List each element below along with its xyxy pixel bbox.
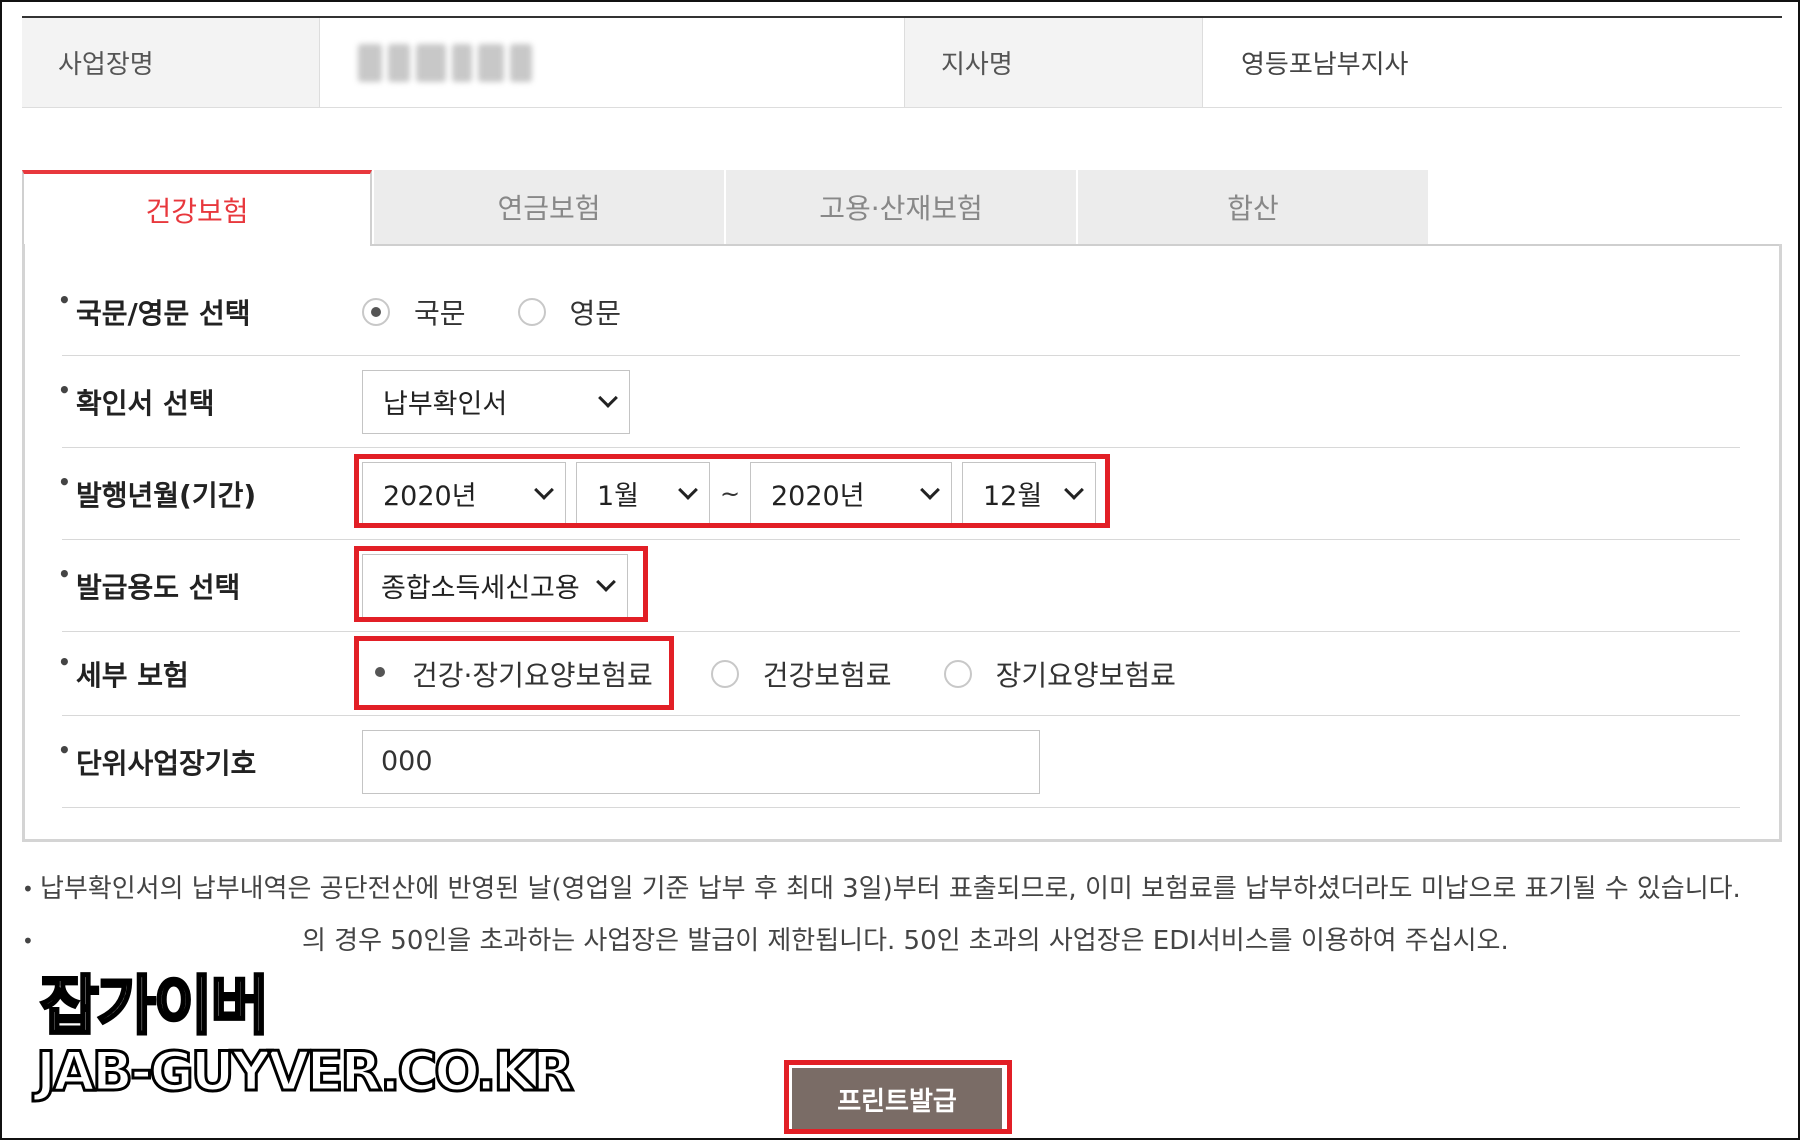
business-name-label: 사업장명: [22, 18, 320, 107]
radio-health-label: 건강보험료: [762, 658, 892, 692]
unit-code-label: 단위사업장기호: [58, 738, 362, 782]
notes: 납부확인서의 납부내역은 공단전산에 반영된 날(영업일 기준 납부 후 최대 …: [22, 872, 1782, 976]
insurance-tabs: 건강보험 연금보험 고용·산재보험 합산: [22, 170, 1430, 246]
row-language: 국문/영문 선택 국문 영문: [58, 268, 1740, 356]
tab-employment-insurance[interactable]: 고용·산재보험: [726, 170, 1076, 246]
radio-health-dot[interactable]: [710, 659, 739, 688]
blurred-business-name: [358, 43, 532, 82]
watermark-url: JAB-GUYVER.CO.KR: [35, 1039, 576, 1105]
note-item: 의 경우 50인을 초과하는 사업장은 발급이 제한됩니다. 50인 초과의 사…: [22, 924, 1782, 958]
highlight-print-button: [784, 1060, 1012, 1134]
certificate-select[interactable]: 납부확인서: [362, 369, 630, 434]
business-name-value: [320, 18, 905, 107]
tab-health-insurance[interactable]: 건강보험: [22, 170, 372, 246]
branch-value: 영등포남부지사: [1203, 18, 1782, 107]
row-detail-insurance: 세부 보험 건강·장기요양보험료 건강보험료 장기요양보험료: [58, 632, 1740, 716]
radio-english-dot[interactable]: [517, 297, 546, 326]
chevron-down-icon: [598, 387, 618, 408]
certificate-label: 확인서 선택: [58, 378, 362, 422]
highlight-period: [354, 454, 1110, 528]
radio-korean-label: 국문: [414, 296, 466, 330]
radio-longterm-label: 장기요양보험료: [995, 658, 1176, 692]
radio-longterm[interactable]: 장기요양보험료: [943, 654, 1176, 694]
unit-code-input[interactable]: 000: [362, 729, 1040, 794]
radio-english-label: 영문: [569, 296, 622, 330]
branch-label: 지사명: [905, 18, 1203, 107]
row-purpose: 발급용도 선택 종합소득세신고용: [58, 540, 1740, 632]
detail-insurance-label: 세부 보험: [58, 650, 362, 694]
period-label: 발행년월(기간): [58, 470, 362, 514]
highlight-detail-insurance: [354, 636, 674, 710]
tab-pension-insurance[interactable]: 연금보험: [374, 170, 724, 246]
note-item: 납부확인서의 납부내역은 공단전산에 반영된 날(영업일 기준 납부 후 최대 …: [22, 872, 1782, 906]
radio-korean-dot[interactable]: [362, 297, 390, 326]
purpose-label: 발급용도 선택: [58, 562, 362, 606]
business-info-table: 사업장명 지사명 영등포남부지사: [22, 16, 1782, 108]
radio-english[interactable]: 영문: [517, 292, 622, 332]
radio-korean[interactable]: 국문: [362, 292, 466, 332]
radio-health[interactable]: 건강보험료: [710, 654, 892, 694]
tab-total[interactable]: 합산: [1078, 170, 1428, 246]
radio-longterm-dot[interactable]: [943, 659, 972, 688]
row-certificate: 확인서 선택 납부확인서: [58, 356, 1740, 448]
language-label: 국문/영문 선택: [58, 288, 362, 332]
watermark-title: 잡가이버: [39, 969, 272, 1046]
certificate-select-value: 납부확인서: [383, 389, 508, 420]
highlight-purpose: [354, 546, 648, 622]
row-unit-code: 단위사업장기호 000: [58, 716, 1740, 808]
